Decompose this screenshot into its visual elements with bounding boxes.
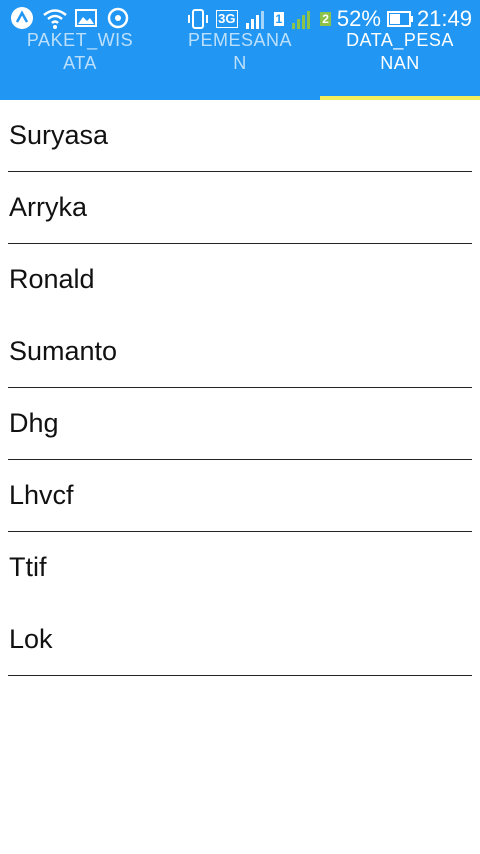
app-notification-icon [10,6,34,30]
tab-label-line2: NAN [380,53,420,73]
divider [8,675,472,676]
list-item[interactable]: Lhvcf [0,460,480,532]
tab-data-pesanan[interactable]: DATA_PESA NAN [320,28,480,100]
wifi-icon [42,6,67,30]
clock: 21:49 [416,6,472,31]
battery-icon [386,7,413,31]
list-item-name: Lhvcf [9,480,74,510]
sim2-label: 2 [320,12,331,26]
list-item-name: Sumanto [9,336,118,366]
list-item[interactable]: Sumanto [0,316,480,388]
list-item-name: Arryka [9,192,88,222]
list-item-name: Dhg [9,408,59,438]
list-item-name: Ronald [9,264,95,294]
tab-label-line2: ATA [63,53,97,73]
list-item-name: Lok [9,624,53,654]
network-type-label: 3G [216,10,238,28]
list-item[interactable]: Ronald [0,244,480,316]
list-item-name: Ttif [9,552,47,582]
tab-pemesanan[interactable]: PEMESANA N [160,28,320,100]
tab-bar: PAKET_WIS ATA PEMESANA N DATA_PESA NAN [0,28,480,100]
gallery-icon [74,6,98,30]
battery-percent: 52% [336,6,381,31]
pesanan-list: Suryasa Arryka Ronald Sumanto Dhg Lhvcf … [0,100,480,676]
tab-indicator [320,96,480,100]
signal-sim1-icon [244,7,268,31]
signal-sim2-icon [290,7,314,31]
list-item[interactable]: Ttif [0,532,480,604]
tab-label-line2: N [233,53,247,73]
list-item-name: Suryasa [9,120,109,150]
vibrate-icon [186,7,210,31]
list-item[interactable]: Dhg [0,388,480,460]
status-bar: 3G 1 2 52% 21:49 [0,0,480,38]
tab-paket-wisata[interactable]: PAKET_WIS ATA [0,28,160,100]
list-item[interactable]: Lok [0,604,480,676]
list-item[interactable]: Arryka [0,172,480,244]
sim1-label: 1 [273,12,285,26]
sync-icon [106,6,130,30]
list-item[interactable]: Suryasa [0,100,480,172]
